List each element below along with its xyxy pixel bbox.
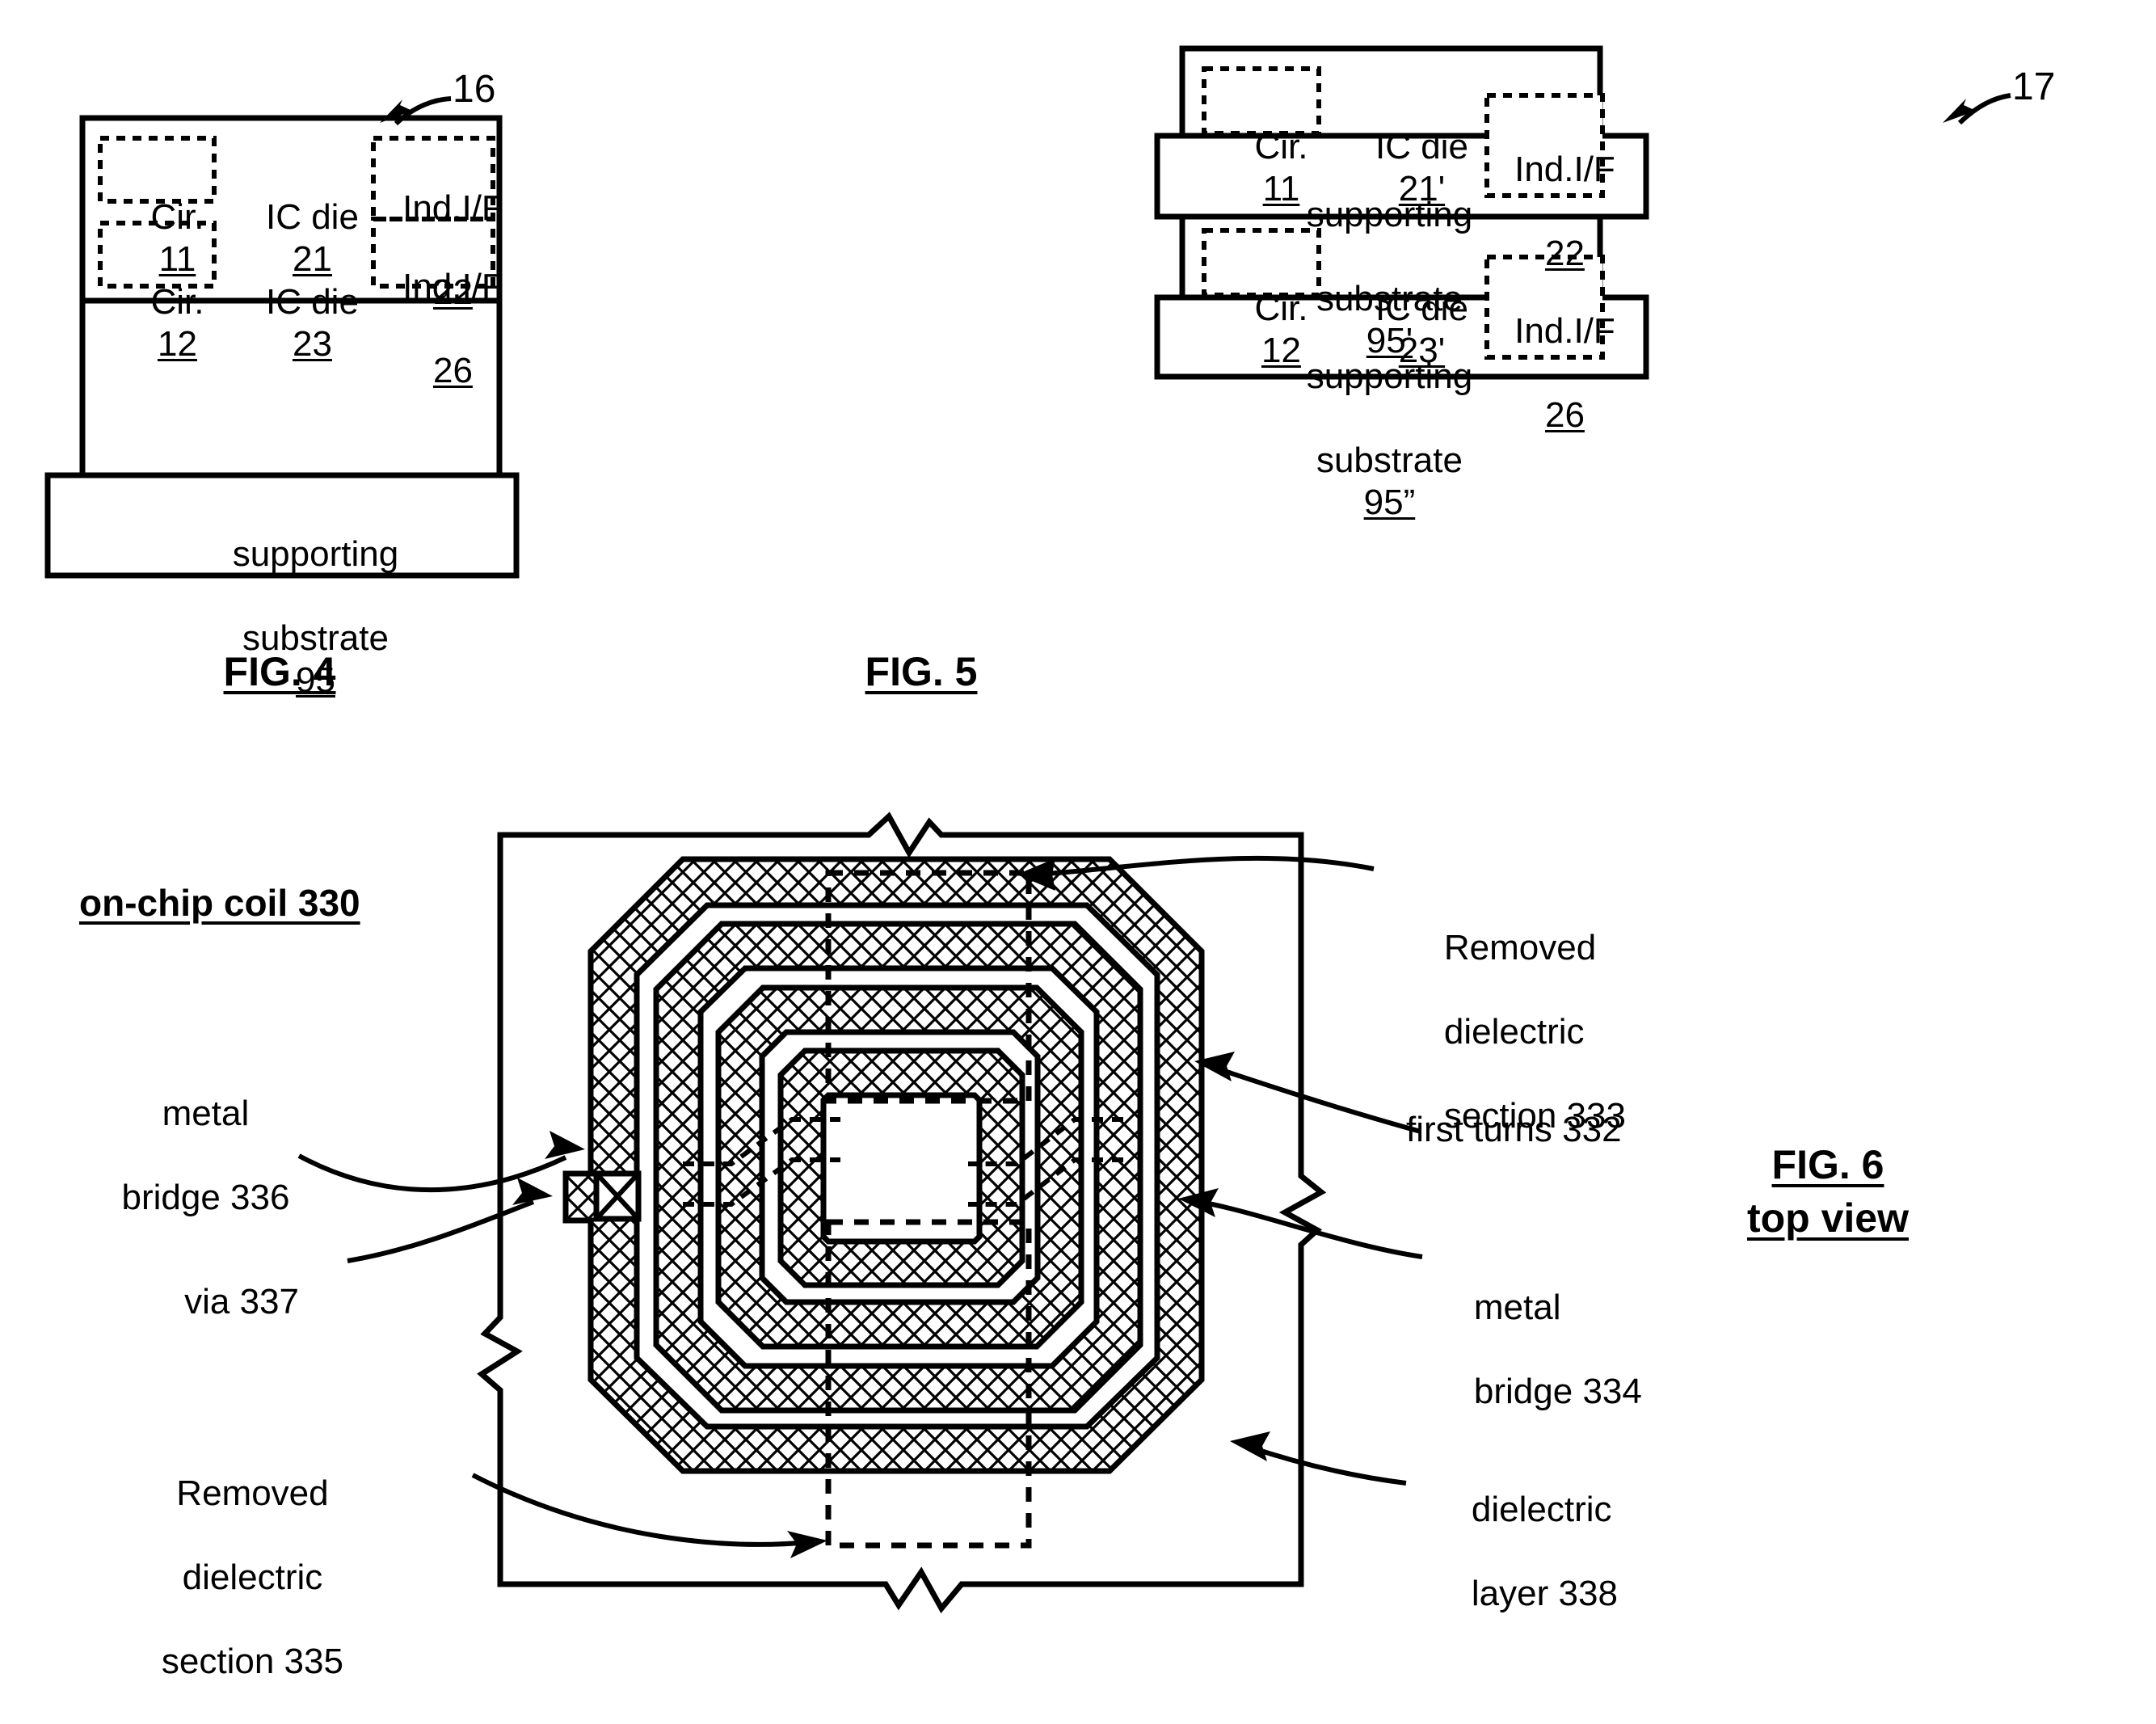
fig6-caption-line2: top view <box>1746 1195 1910 1241</box>
fig6-title-on-chip-coil-330: on-chip coil 330 <box>79 882 360 924</box>
fig4-ref-numeral-16: 16 <box>453 68 496 111</box>
fig6-via-337-symbol <box>593 1170 642 1222</box>
fig5-ref-numeral-17: 17 <box>2012 65 2056 108</box>
fig6-label-first-turns-332: first turns 332 <box>1406 1110 1622 1149</box>
fig5-caption: FIG. 5 <box>865 649 978 694</box>
fig6-group <box>297 811 1423 1614</box>
fig4-caption: FIG. 4 <box>223 649 336 694</box>
fig6-caption-line1: FIG. 6 <box>1771 1142 1884 1187</box>
fig5-ind-if-26-label: Ind.I/F 26 <box>1514 310 1615 435</box>
fig5-supporting-substrate-95pp-label: supporting substrate 95” <box>1306 356 1473 522</box>
fig6-label-via-337: via 337 <box>184 1282 299 1321</box>
fig5-ref-arrowhead <box>1943 99 1976 123</box>
fig6-label-dielectric-layer-338: dielectric layer 338 <box>1471 1489 1618 1613</box>
fig4-ind-if-26-label: Ind.I/F 26 <box>402 266 503 390</box>
fig6-label-removed-dielectric-335: Removed dielectric section 335 <box>161 1473 343 1681</box>
fig6-label-metal-bridge-336: metal bridge 336 <box>121 1093 290 1217</box>
fig4-supporting-substrate-label: supporting substrate 95 <box>232 533 399 700</box>
fig4-cir-12-label: Cir. 12 <box>150 281 204 364</box>
patent-drawing-sheet: Cir. 11 IC die 21 Ind.I/F 22 Cir. 12 IC … <box>0 0 2156 1709</box>
fig4-ic-die-23-label: IC die 23 <box>265 281 359 364</box>
fig6-label-metal-bridge-334: metal bridge 334 <box>1473 1287 1642 1411</box>
